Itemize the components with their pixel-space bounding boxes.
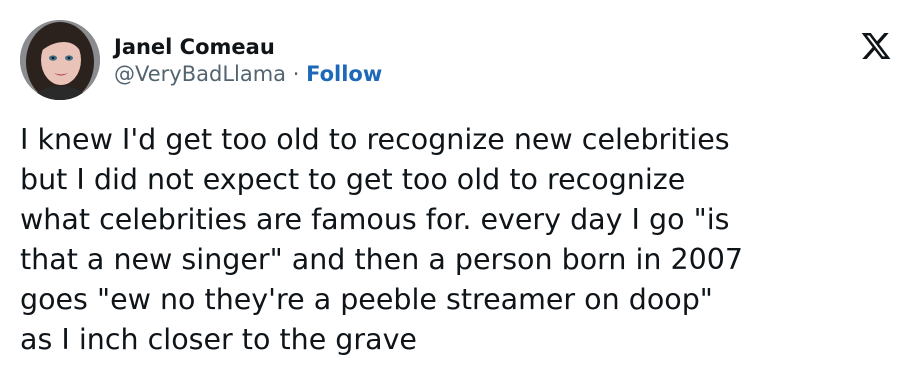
handle-row: @VeryBadLlama · Follow bbox=[114, 60, 382, 88]
author-block: Janel Comeau @VeryBadLlama · Follow bbox=[114, 32, 382, 88]
tweet-card: Janel Comeau @VeryBadLlama · Follow I kn… bbox=[0, 0, 914, 384]
tweet-line: goes "ew no they're a peeble streamer on… bbox=[20, 283, 713, 316]
tweet-line: but I did not expect to get too old to r… bbox=[20, 163, 686, 196]
separator-dot: · bbox=[286, 62, 307, 86]
tweet-line: as I inch closer to the grave bbox=[20, 323, 417, 356]
tweet-header: Janel Comeau @VeryBadLlama · Follow bbox=[20, 20, 382, 100]
author-display-name[interactable]: Janel Comeau bbox=[114, 34, 382, 60]
profile-photo-icon bbox=[20, 20, 100, 100]
tweet-line: what celebrities are famous for. every d… bbox=[20, 203, 730, 236]
tweet-line: that a new singer" and then a person bor… bbox=[20, 243, 744, 276]
author-handle[interactable]: @VeryBadLlama bbox=[114, 62, 286, 86]
follow-button[interactable]: Follow bbox=[306, 62, 382, 86]
tweet-line: I knew I'd get too old to recognize new … bbox=[20, 123, 730, 156]
x-logo-icon[interactable] bbox=[860, 30, 892, 62]
tweet-text: I knew I'd get too old to recognize new … bbox=[20, 120, 900, 360]
avatar[interactable] bbox=[20, 20, 100, 100]
